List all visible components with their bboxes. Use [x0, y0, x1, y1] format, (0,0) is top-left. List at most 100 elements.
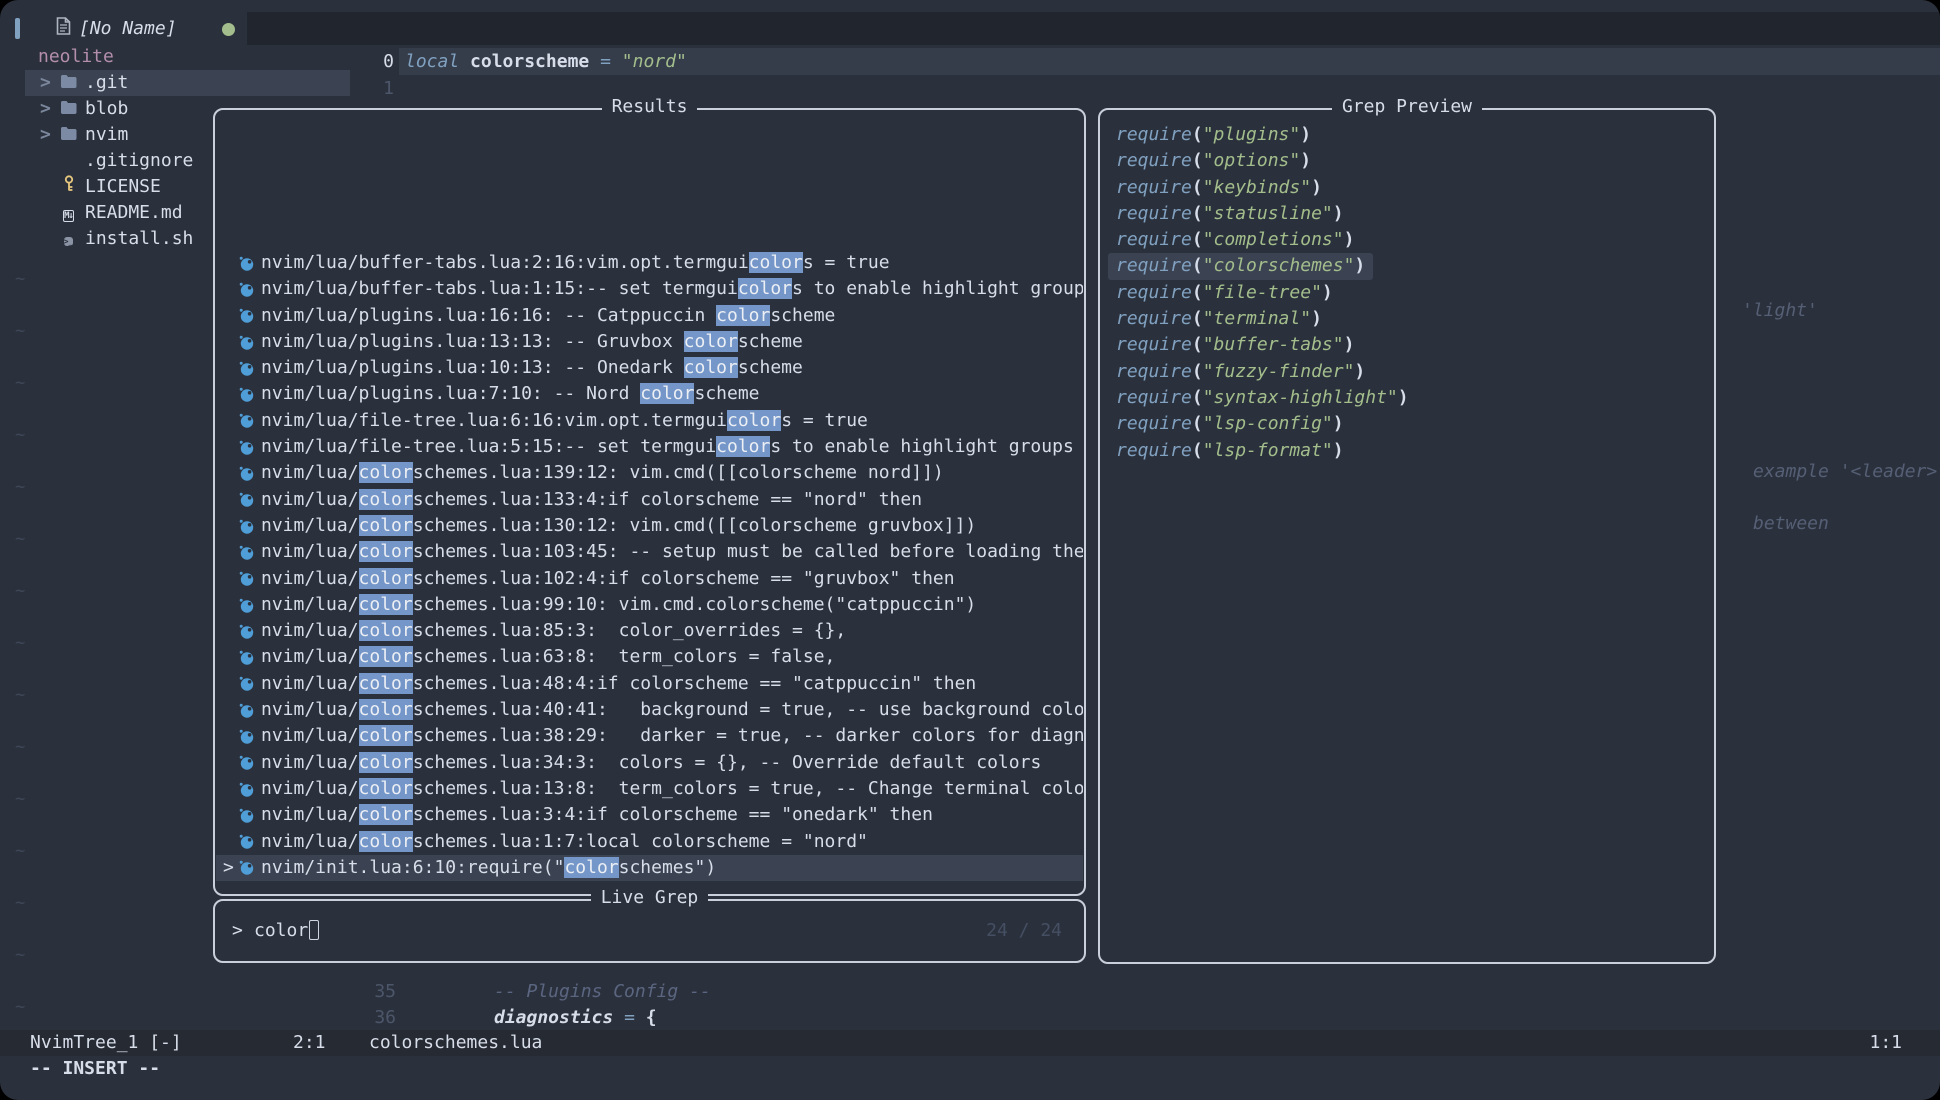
result-text-post: scheme	[738, 357, 803, 378]
preview-line[interactable]: require("keybinds")	[1108, 175, 1713, 201]
chevron-right-icon[interactable]: >	[40, 70, 54, 96]
live-grep-prompt[interactable]: > color 24 / 24	[215, 917, 1084, 945]
match-highlight: color	[359, 620, 413, 641]
result-row[interactable]: nvim/lua/buffer-tabs.lua:2:16:vim.opt.te…	[216, 250, 1083, 276]
result-row[interactable]: nvim/lua/colorschemes.lua:34:3: colors =…	[216, 750, 1083, 776]
preview-line[interactable]: require("file-tree")	[1108, 280, 1713, 306]
result-row[interactable]: nvim/lua/colorschemes.lua:130:12: vim.cm…	[216, 513, 1083, 539]
result-text-post: schemes.lua:34:3: colors = {}, -- Overri…	[413, 752, 1042, 773]
result-row[interactable]: nvim/lua/plugins.lua:7:10: -- Nord color…	[216, 381, 1083, 407]
lua-file-icon	[239, 466, 254, 481]
preview-line[interactable]: require("completions")	[1108, 227, 1713, 253]
result-row[interactable]: nvim/lua/colorschemes.lua:40:41: backgro…	[216, 697, 1083, 723]
result-text-pre: nvim/lua/file-tree.lua:6:16:vim.opt.term…	[261, 410, 727, 431]
preview-line[interactable]: require("lsp-format")	[1108, 438, 1713, 464]
preview-line[interactable]: require("lsp-config")	[1108, 411, 1713, 437]
preview-line[interactable]: require("terminal")	[1108, 306, 1713, 332]
code-token: (	[1192, 177, 1203, 198]
preview-line[interactable]: require("colorschemes")	[1108, 253, 1713, 279]
result-text-post: schemes.lua:1:7:local colorscheme = "nor…	[413, 831, 868, 852]
preview-line[interactable]: require("buffer-tabs")	[1108, 332, 1713, 358]
code-token: require	[1116, 387, 1192, 408]
result-row[interactable]: nvim/lua/colorschemes.lua:1:7:local colo…	[216, 829, 1083, 855]
preview-line-code: require("keybinds")	[1108, 175, 1330, 201]
preview-line-code: require("plugins")	[1108, 122, 1319, 148]
folder-icon	[59, 70, 78, 96]
tree-item-label: nvim	[85, 122, 128, 148]
result-row[interactable]: nvim/lua/colorschemes.lua:3:4:if colorsc…	[216, 802, 1083, 828]
result-text: nvim/lua/colorschemes.lua:48:4:if colors…	[261, 671, 976, 697]
preview-line[interactable]: require("syntax-highlight")	[1108, 385, 1713, 411]
code-token: (	[1192, 255, 1203, 276]
preview-line[interactable]: require("options")	[1108, 148, 1713, 174]
result-text: nvim/lua/colorschemes.lua:85:3: color_ov…	[261, 618, 846, 644]
preview-line-code: require("terminal")	[1108, 306, 1330, 332]
result-row[interactable]: nvim/lua/colorschemes.lua:85:3: color_ov…	[216, 618, 1083, 644]
result-row[interactable]: nvim/lua/buffer-tabs.lua:1:15:-- set ter…	[216, 276, 1083, 302]
code-token: (	[1192, 150, 1203, 171]
result-text-post: s = true	[781, 410, 868, 431]
markdown-icon: M↓	[59, 200, 78, 226]
code-token: require	[1116, 361, 1192, 382]
buffer-tab[interactable]: [No Name]	[56, 14, 177, 42]
result-text-pre: nvim/lua/buffer-tabs.lua:2:16:vim.opt.te…	[261, 252, 749, 273]
match-highlight: color	[359, 778, 413, 799]
result-row[interactable]: nvim/lua/colorschemes.lua:63:8: term_col…	[216, 644, 1083, 670]
result-row[interactable]: nvim/lua/file-tree.lua:6:16:vim.opt.term…	[216, 408, 1083, 434]
preview-line-code: require("options")	[1108, 148, 1319, 174]
search-input[interactable]: color	[254, 917, 319, 945]
code-token: "keybinds"	[1203, 177, 1311, 198]
result-row[interactable]: nvim/lua/colorschemes.lua:38:29: darker …	[216, 723, 1083, 749]
result-row[interactable]: nvim/lua/plugins.lua:16:16: -- Catppucci…	[216, 303, 1083, 329]
preview-line[interactable]: require("fuzzy-finder")	[1108, 359, 1713, 385]
result-row[interactable]: nvim/lua/colorschemes.lua:139:12: vim.cm…	[216, 460, 1083, 486]
result-text: nvim/lua/colorschemes.lua:38:29: darker …	[261, 723, 1083, 749]
result-row[interactable]: nvim/lua/colorschemes.lua:48:4:if colors…	[216, 671, 1083, 697]
preview-line[interactable]: require("statusline")	[1108, 201, 1713, 227]
result-row[interactable]: nvim/lua/colorschemes.lua:13:8: term_col…	[216, 776, 1083, 802]
match-highlight: color	[359, 515, 413, 536]
mode-indicator: -- INSERT --	[30, 1056, 160, 1082]
code-token: "lsp-config"	[1203, 413, 1333, 434]
result-row[interactable]: nvim/lua/colorschemes.lua:103:45: -- set…	[216, 539, 1083, 565]
result-text-post: schemes.lua:48:4:if colorscheme == "catp…	[413, 673, 977, 694]
lua-file-icon	[239, 335, 254, 350]
result-text-post: scheme	[738, 331, 803, 352]
result-text-post: schemes.lua:85:3: color_overrides = {},	[413, 620, 846, 641]
result-text-post: schemes.lua:13:8: term_colors = true, --…	[413, 778, 1083, 799]
lua-file-icon	[239, 387, 254, 402]
lua-file-icon	[239, 308, 254, 323]
match-highlight: color	[359, 804, 413, 825]
code-token: )	[1300, 150, 1311, 171]
buffer-line-code: local colorscheme = "nord"	[405, 51, 687, 72]
grep-preview-window-title: Grep Preview	[1100, 96, 1714, 117]
result-text: nvim/lua/plugins.lua:7:10: -- Nord color…	[261, 381, 760, 407]
code-token: require	[1116, 229, 1192, 250]
preview-line[interactable]: require("plugins")	[1108, 122, 1713, 148]
result-row[interactable]: nvim/lua/colorschemes.lua:102:4:if color…	[216, 566, 1083, 592]
code-token: (	[1192, 387, 1203, 408]
result-text: nvim/lua/colorschemes.lua:103:45: -- set…	[261, 539, 1083, 565]
code-token: )	[1344, 229, 1355, 250]
statusline: NvimTree_1 [-] 2:1 colorschemes.lua 1:1	[0, 1030, 1940, 1056]
match-highlight: color	[716, 436, 770, 457]
lua-file-icon	[239, 624, 254, 639]
background-code-fragment: 'light'	[1742, 300, 1818, 321]
chevron-right-icon[interactable]: >	[40, 96, 54, 122]
result-row[interactable]: >nvim/init.lua:6:10:require("colorscheme…	[216, 855, 1083, 881]
tree-item-label: install.sh	[85, 226, 193, 252]
lua-file-icon	[239, 860, 254, 875]
result-row[interactable]: nvim/lua/colorschemes.lua:99:10: vim.cmd…	[216, 592, 1083, 618]
preview-line-code: require("colorschemes")	[1108, 253, 1373, 279]
result-row[interactable]: nvim/lua/file-tree.lua:5:15:-- set termg…	[216, 434, 1083, 460]
result-row[interactable]: nvim/lua/colorschemes.lua:133:4:if color…	[216, 487, 1083, 513]
result-text-pre: nvim/lua/buffer-tabs.lua:1:15:-- set ter…	[261, 278, 738, 299]
result-text: nvim/lua/plugins.lua:10:13: -- Onedark c…	[261, 355, 803, 381]
lua-file-icon	[239, 808, 254, 823]
result-text-pre: nvim/lua/	[261, 831, 359, 852]
tree-item--git[interactable]: >.git	[0, 70, 360, 96]
result-row[interactable]: nvim/lua/plugins.lua:10:13: -- Onedark c…	[216, 355, 1083, 381]
file-tree-root[interactable]: neolite	[0, 44, 360, 70]
result-row[interactable]: nvim/lua/plugins.lua:13:13: -- Gruvbox c…	[216, 329, 1083, 355]
chevron-right-icon[interactable]: >	[40, 122, 54, 148]
